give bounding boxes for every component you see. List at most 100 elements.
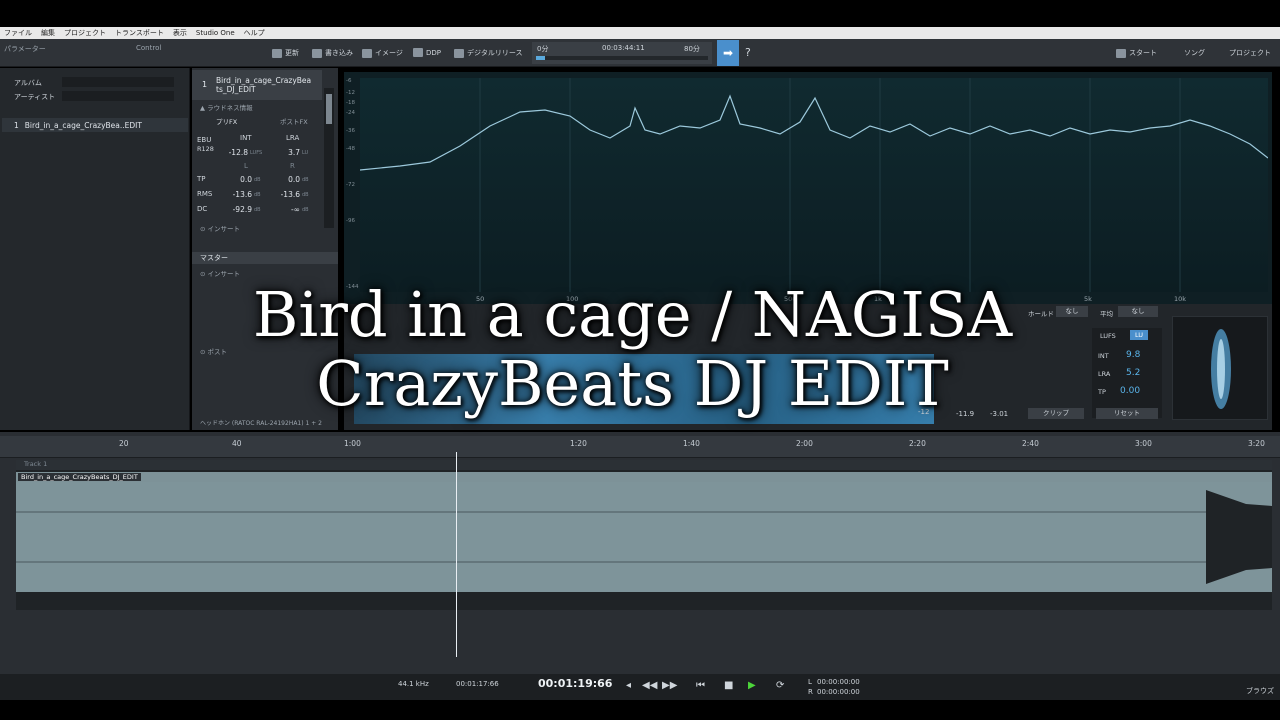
stop-button[interactable]: ■ <box>724 680 733 691</box>
write-button[interactable]: 書き込み <box>312 48 353 58</box>
fast-forward-button[interactable]: ▶▶ <box>662 680 677 691</box>
ddp-label: DDP <box>426 48 442 57</box>
master-insert-label: インサート <box>207 270 241 278</box>
control-label[interactable]: Control <box>136 44 161 52</box>
capacity-track <box>536 56 708 60</box>
post-fx-tab[interactable]: ポストFX <box>272 116 322 126</box>
loop-left-time: 00:00:00:00 <box>817 678 860 686</box>
insert-label: インサート <box>207 225 241 233</box>
start-icon <box>1116 48 1126 58</box>
parameter-label[interactable]: パラメーター <box>4 44 46 54</box>
tp-left-value: 0.0 <box>240 175 252 184</box>
project-button[interactable]: プロジェクト <box>1229 48 1271 58</box>
rms-right-unit: dB <box>302 192 309 198</box>
ddp-button[interactable]: DDP <box>413 48 441 57</box>
rewind-button[interactable]: ◀◀ <box>642 680 657 691</box>
arrow-right-button[interactable]: ➡ <box>717 40 739 66</box>
digital-release-label: デジタルリリース <box>467 49 523 57</box>
ruler-label: 3:00 <box>1135 439 1152 448</box>
dc-left-value: -92.9 <box>232 205 252 214</box>
left-channel-label: L <box>244 162 248 170</box>
menu-file[interactable]: ファイル <box>4 28 32 38</box>
browse-button[interactable]: ブラウズ <box>1246 686 1274 696</box>
song-button[interactable]: ソング <box>1184 48 1205 58</box>
master-insert-header[interactable]: ⊙ インサート <box>192 268 322 278</box>
update-button[interactable]: 更新 <box>272 48 299 58</box>
image-label: イメージ <box>375 49 403 57</box>
disc-image-icon <box>362 48 372 58</box>
timeline-ruler[interactable]: 20 40 1:00 1:20 1:40 2:00 2:20 2:40 3:00… <box>0 436 1280 458</box>
loudness-info-header[interactable]: ▲ ラウドネス情報 <box>192 102 322 112</box>
spectrum-gridlines <box>479 78 1181 292</box>
menu-view[interactable]: 表示 <box>173 28 187 38</box>
time-small: 00:01:17:66 <box>456 680 499 688</box>
ruler-label: 2:00 <box>796 439 813 448</box>
dc-right-value: -∞ <box>291 205 300 214</box>
ruler-label: 40 <box>232 439 242 448</box>
tp-label: TP <box>197 175 206 183</box>
loudness-info-label: ラウドネス情報 <box>207 104 253 112</box>
rms-label: RMS <box>197 190 213 198</box>
ruler-label: 20 <box>119 439 129 448</box>
tp-right-unit: dB <box>302 177 309 183</box>
loop-button[interactable]: ⟳ <box>776 680 784 691</box>
y-label-96: -96 <box>346 218 355 224</box>
master-header[interactable]: マスター <box>192 252 338 264</box>
start-label: スタート <box>1129 49 1157 57</box>
title-line-1: Bird in a cage / NAGISA <box>252 278 1013 351</box>
ruler-label: 1:00 <box>344 439 361 448</box>
menu-edit[interactable]: 編集 <box>41 28 55 38</box>
digital-release-button[interactable]: デジタルリリース <box>454 48 523 58</box>
album-field[interactable] <box>62 77 174 87</box>
inspector-title-2: ts_DJ_EDIT <box>216 85 256 94</box>
y-label-24: -24 <box>346 110 355 116</box>
loop-right-time: 00:00:00:00 <box>817 688 860 696</box>
audio-waveform[interactable] <box>16 482 1272 592</box>
rms-left-value: -13.6 <box>232 190 252 199</box>
insert-header[interactable]: ⊙ インサート <box>192 223 322 233</box>
dc-label: DC <box>197 205 208 213</box>
spectrum-curve <box>359 94 1269 171</box>
capacity-end: 80分 <box>684 45 700 53</box>
start-button[interactable]: スタート <box>1116 48 1157 58</box>
y-label-36: -36 <box>346 128 355 134</box>
track-list-item[interactable]: 1 Bird_in_a_cage_CrazyBea..EDIT <box>2 118 188 132</box>
play-button[interactable]: ▶ <box>748 680 756 691</box>
ruler-label: 2:40 <box>1022 439 1039 448</box>
artist-field[interactable] <box>62 91 174 101</box>
menu-transport[interactable]: トランスポート <box>115 28 164 38</box>
lra-unit: LU <box>302 150 309 156</box>
spectrum-analyzer: -6 -12 -18 -24 -36 -48 -72 -96 -144 50 1… <box>344 72 1272 308</box>
waveform-icon <box>454 48 464 58</box>
playhead[interactable] <box>456 452 457 657</box>
loop-right-label: R <box>808 688 813 696</box>
tp-left-unit: dB <box>254 177 261 183</box>
help-button[interactable]: ? <box>745 46 751 59</box>
inspector-track-number: 1 <box>202 80 208 89</box>
menu-studio-one[interactable]: Studio One <box>196 29 235 37</box>
clip-header[interactable]: Bird_in_a_cage_CrazyBeats_DJ_EDIT <box>16 472 1272 482</box>
capacity-start: 0分 <box>537 45 549 53</box>
track-lane[interactable]: Track 1 Bird_in_a_cage_CrazyBeats_DJ_EDI… <box>16 460 1272 610</box>
menu-help[interactable]: ヘルプ <box>244 28 265 38</box>
y-label-12: -12 <box>346 90 355 96</box>
inspector-scrollbar[interactable] <box>324 88 334 228</box>
ruler-label: 1:20 <box>570 439 587 448</box>
y-label-18: -18 <box>346 100 355 106</box>
artist-label: アーティスト <box>14 93 56 101</box>
ebu-label: EBU <box>197 136 212 144</box>
waveform-graph <box>16 482 1272 592</box>
r128-label: R128 <box>197 145 214 153</box>
previous-marker-button[interactable]: ◂ <box>626 680 631 691</box>
capacity-fill <box>536 56 545 60</box>
scrollbar-thumb[interactable] <box>326 94 332 124</box>
menu-project[interactable]: プロジェクト <box>64 28 106 38</box>
tp-right-value: 0.0 <box>288 175 300 184</box>
image-button[interactable]: イメージ <box>362 48 403 58</box>
return-to-zero-button[interactable]: ⏮ <box>696 680 705 691</box>
video-title-overlay: Bird in a cage / NAGISA CrazyBeats DJ ED… <box>0 280 1265 419</box>
lra-value: 3.7 <box>288 148 300 157</box>
sample-rate: 44.1 kHz <box>398 680 429 688</box>
menu-bar: ファイル 編集 プロジェクト トランスポート 表示 Studio One ヘルプ <box>0 27 1280 39</box>
ruler-label: 1:40 <box>683 439 700 448</box>
